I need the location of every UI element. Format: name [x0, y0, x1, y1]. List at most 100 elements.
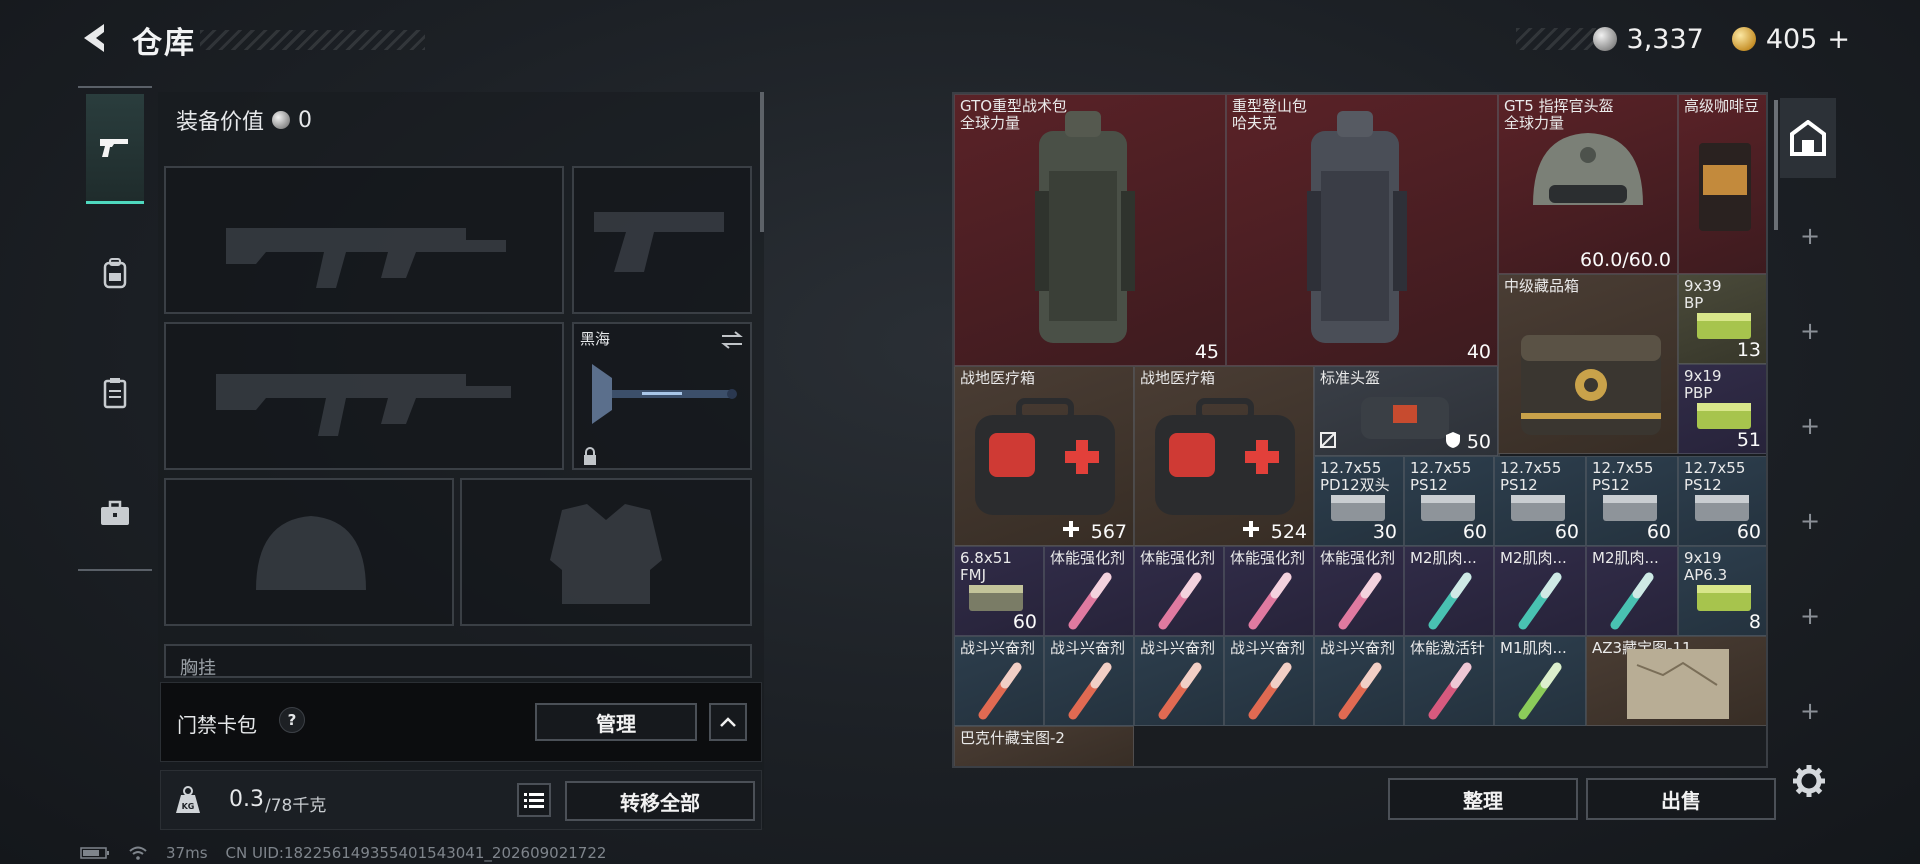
item-tactical-backpack[interactable]: GTO重型战术包 全球力量 45: [954, 94, 1226, 366]
syringe-icon: [1158, 572, 1202, 630]
currency-bar: 3,337 405 +: [1592, 22, 1850, 56]
tab-backpack[interactable]: [86, 218, 144, 328]
item-combat-stim[interactable]: 战斗兴奋剂: [1314, 636, 1404, 726]
vest-icon: [103, 378, 127, 409]
item-ammo-127-ps12[interactable]: 12.7x55 PS12 60: [1494, 456, 1586, 546]
item-m1-muscle[interactable]: M1肌肉...: [1494, 636, 1586, 726]
equipment-value: 装备价值 0: [176, 104, 312, 136]
syringe-icon: [1518, 572, 1562, 630]
add-storage-tab-icon[interactable]: +: [1800, 317, 1820, 345]
melee-name: 黑海: [580, 330, 611, 348]
chest-rig-slot[interactable]: 胸挂: [164, 644, 752, 678]
item-m2-muscle[interactable]: M2肌肉...: [1586, 546, 1678, 636]
rifle-silhouette-icon: [216, 374, 511, 436]
item-ammo-9x39[interactable]: 9x39 BP 13: [1678, 274, 1766, 364]
ammo-box-icon: [1603, 495, 1657, 521]
item-stim[interactable]: 体能强化剂: [1134, 546, 1224, 636]
item-name: 体能强化剂: [1050, 549, 1126, 567]
armor-slot[interactable]: [460, 478, 752, 626]
svg-text:KG: KG: [182, 802, 195, 811]
storage-scrollbar[interactable]: [1774, 100, 1778, 230]
item-ammo-127-ps12[interactable]: 12.7x55 PS12 60: [1586, 456, 1678, 546]
add-storage-tab-icon[interactable]: +: [1800, 222, 1820, 250]
primary-weapon-slot[interactable]: [164, 166, 564, 314]
item-combat-stim[interactable]: 战斗兴奋剂: [1134, 636, 1224, 726]
secondary-weapon-slot[interactable]: [164, 322, 564, 470]
item-count: 50: [1466, 431, 1491, 453]
item-name: M2肌肉...: [1500, 549, 1567, 567]
helmet-slot[interactable]: [164, 478, 454, 626]
item-ammo-127-ps12[interactable]: 12.7x55 PS12 60: [1404, 456, 1494, 546]
list-view-button[interactable]: [517, 783, 551, 817]
item-coffee[interactable]: 高级咖啡豆: [1678, 94, 1766, 274]
settings-button[interactable]: [1792, 764, 1826, 802]
add-storage-tab-icon[interactable]: +: [1800, 697, 1820, 725]
tab-case[interactable]: [86, 458, 144, 568]
first-aid-kit-icon: [1155, 398, 1295, 515]
item-combat-stim[interactable]: 战斗兴奋剂: [954, 636, 1044, 726]
ping-text: 37ms: [166, 844, 208, 862]
item-name: 高级咖啡豆: [1684, 97, 1760, 115]
warehouse-icon: [1790, 120, 1826, 156]
transfer-all-button[interactable]: 转移全部: [565, 781, 755, 821]
storage-tabs: + + + + + +: [1780, 92, 1836, 732]
sort-button[interactable]: 整理: [1388, 778, 1578, 820]
item-ammo-127-pd12[interactable]: 12.7x55 PD12双头 30: [1314, 456, 1404, 546]
back-button[interactable]: [78, 20, 114, 56]
item-treasure-map-bk[interactable]: 巴克什藏宝图-2: [954, 726, 1134, 766]
item-stim[interactable]: 体能强化剂: [1044, 546, 1134, 636]
equipment-value-label: 装备价值: [176, 110, 265, 135]
item-count: 60: [1554, 521, 1579, 543]
collapse-button[interactable]: [709, 703, 747, 741]
weight-max: /78千克: [265, 796, 327, 816]
item-ammo-9x19-ap[interactable]: 9x19 AP6.3 8: [1678, 546, 1766, 636]
item-mid-box[interactable]: 中级藏品箱: [1498, 274, 1678, 454]
item-ammo-9x19-pbp[interactable]: 9x19 PBP 51: [1678, 364, 1766, 454]
item-standard-helmet[interactable]: 标准头盔 50: [1314, 366, 1498, 456]
first-aid-kit-icon: [975, 398, 1115, 515]
item-ammo-68[interactable]: 6.8x51 FMJ 60: [954, 546, 1044, 636]
equipment-value-amount: 0: [298, 107, 313, 133]
item-treasure-map-az3[interactable]: AZ3藏宝图-11: [1586, 636, 1766, 726]
item-combat-stim[interactable]: 战斗兴奋剂: [1224, 636, 1314, 726]
syringe-icon: [1610, 572, 1654, 630]
map-icon: [1627, 649, 1729, 719]
swap-icon[interactable]: [720, 330, 744, 350]
item-count: 524: [1270, 521, 1307, 543]
item-med-kit-1[interactable]: 战地医疗箱 567: [954, 366, 1134, 546]
syringe-icon: [1428, 572, 1472, 630]
item-m2-muscle[interactable]: M2肌肉...: [1494, 546, 1586, 636]
sell-button[interactable]: 出售: [1586, 778, 1776, 820]
item-stim[interactable]: 体能强化剂: [1314, 546, 1404, 636]
item-name: M2肌肉...: [1592, 549, 1659, 567]
melee-slot[interactable]: 黑海: [572, 322, 752, 470]
item-stim[interactable]: 体能强化剂: [1224, 546, 1314, 636]
item-mountain-backpack[interactable]: 重型登山包 哈夫克 40: [1226, 94, 1498, 366]
manage-button[interactable]: 管理: [535, 703, 697, 741]
add-storage-tab-icon[interactable]: +: [1800, 507, 1820, 535]
equipment-scrollbar[interactable]: [760, 92, 764, 232]
item-commander-helmet[interactable]: GT5 指挥官头盔 全球力量 60.0/60.0: [1498, 94, 1678, 274]
item-ammo-127-ps12[interactable]: 12.7x55 PS12 60: [1678, 456, 1766, 546]
item-stamina-injector[interactable]: 体能激活针: [1404, 636, 1494, 726]
gold-amount: 405: [1765, 23, 1818, 55]
silver-coin-icon: [272, 111, 291, 129]
help-button[interactable]: ?: [279, 707, 305, 733]
storage-tab-main[interactable]: [1780, 98, 1836, 178]
item-med-kit-2[interactable]: 战地医疗箱 524: [1134, 366, 1314, 546]
item-m2-muscle[interactable]: M2肌肉...: [1404, 546, 1494, 636]
tab-weapons[interactable]: [86, 94, 144, 204]
add-storage-tab-icon[interactable]: +: [1800, 602, 1820, 630]
item-name: 战斗兴奋剂: [1230, 639, 1306, 657]
gold-plus-button[interactable]: +: [1827, 24, 1850, 55]
pistol-silhouette-icon: [594, 212, 724, 272]
item-name: 战斗兴奋剂: [960, 639, 1036, 657]
tab-vest[interactable]: [86, 338, 144, 448]
item-count: 45: [1194, 341, 1219, 363]
storage-grid: GTO重型战术包 全球力量 45 重型登山包 哈夫克 40 GT5 指挥官头盔 …: [952, 92, 1768, 768]
syringe-icon: [1068, 572, 1112, 630]
item-combat-stim[interactable]: 战斗兴奋剂: [1044, 636, 1134, 726]
pistol-slot[interactable]: [572, 166, 752, 314]
uid-text: CN UID:1822561493554015430​41_2026090217…: [225, 844, 607, 862]
add-storage-tab-icon[interactable]: +: [1800, 412, 1820, 440]
